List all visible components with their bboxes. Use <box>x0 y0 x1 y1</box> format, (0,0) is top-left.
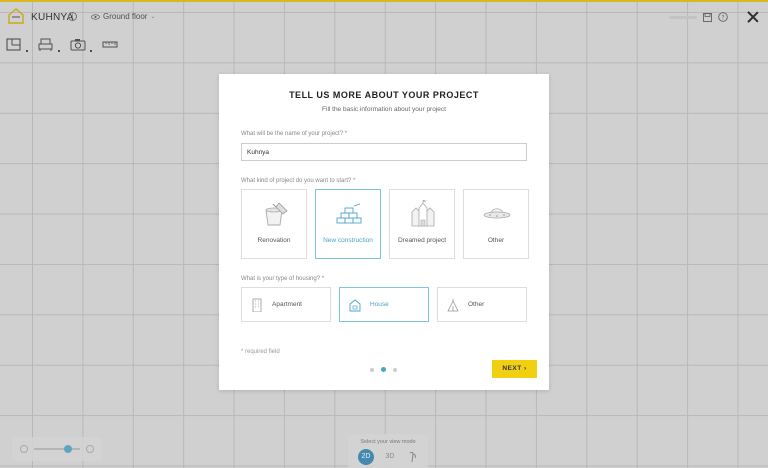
step-dot[interactable] <box>393 367 397 372</box>
housing-label: Apartment <box>272 301 302 308</box>
kind-option-other[interactable]: Other <box>463 189 529 259</box>
kind-option-dreamed-project[interactable]: Dreamed project <box>389 189 455 259</box>
kind-label: Other <box>487 237 505 244</box>
project-kind-options: Renovation New construction Dreamed proj… <box>241 189 529 259</box>
dialog-title: TELL US MORE ABOUT YOUR PROJECT <box>289 90 479 100</box>
dialog-subtitle: Fill the basic information about your pr… <box>322 106 446 113</box>
kind-option-renovation[interactable]: Renovation <box>241 189 307 259</box>
project-kind-label: What kind of project do you want to star… <box>241 178 356 184</box>
project-name-input[interactable] <box>241 143 527 161</box>
kind-label: New construction <box>323 237 373 244</box>
step-dot-active[interactable] <box>381 367 386 372</box>
step-dot[interactable] <box>370 367 374 372</box>
castle-icon <box>411 200 435 227</box>
bricks-icon <box>336 203 362 224</box>
house-icon <box>349 298 361 311</box>
required-field-note: * required field <box>241 349 280 355</box>
housing-type-options: Apartment House Other <box>241 287 527 322</box>
housing-label: Other <box>468 301 485 308</box>
next-button[interactable]: NEXT › <box>492 360 537 378</box>
kind-option-new-construction[interactable]: New construction <box>315 189 381 259</box>
ufo-icon <box>483 208 511 219</box>
housing-option-apartment[interactable]: Apartment <box>241 287 331 322</box>
housing-option-house[interactable]: House <box>339 287 429 322</box>
project-info-dialog: TELL US MORE ABOUT YOUR PROJECT Fill the… <box>219 74 549 390</box>
next-label: NEXT <box>502 365 522 372</box>
chevron-right-icon: › <box>523 365 527 372</box>
building-icon <box>252 298 262 312</box>
kind-label: Renovation <box>257 237 291 244</box>
housing-option-other[interactable]: Other <box>437 287 527 322</box>
tent-icon <box>447 298 459 311</box>
paint-bucket-icon <box>265 202 288 226</box>
housing-type-label: What is your type of housing? * <box>241 276 325 282</box>
step-indicator <box>370 367 397 372</box>
kind-label: Dreamed project <box>397 237 447 244</box>
housing-label: House <box>370 301 389 308</box>
project-name-label: What will be the name of your project? * <box>241 131 348 137</box>
